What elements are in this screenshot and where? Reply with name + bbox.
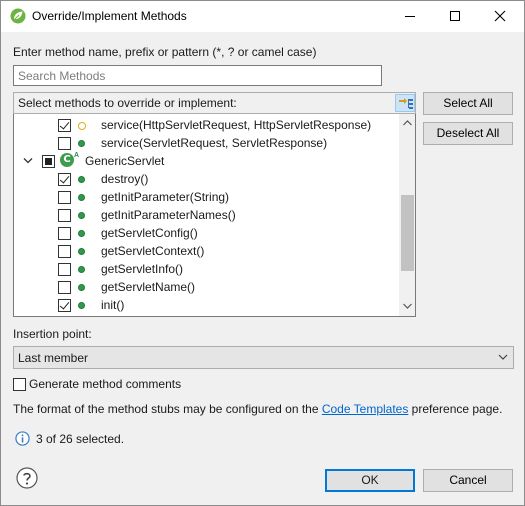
methods-list-label: Select methods to override or implement: (18, 96, 237, 110)
info-text: The format of the method stubs may be co… (13, 402, 502, 416)
class-checkbox[interactable] (42, 155, 55, 168)
class-label: GenericServlet (85, 154, 165, 168)
search-input[interactable] (13, 65, 382, 86)
public-method-icon (78, 302, 85, 309)
method-label: getServletContext() (101, 244, 205, 258)
insertion-point-select[interactable]: Last member (13, 346, 514, 369)
protected-method-icon (78, 122, 86, 130)
chevron-down-icon (498, 354, 508, 360)
scroll-down-arrow-icon[interactable] (403, 303, 412, 309)
public-method-icon (78, 212, 85, 219)
public-method-icon (78, 194, 85, 201)
select-all-button[interactable]: Select All (423, 92, 513, 115)
tree-row-method[interactable]: getServletInfo() (14, 260, 399, 278)
methods-list-header: Select methods to override or implement: (13, 92, 416, 114)
tree-row-class[interactable]: C A GenericServlet (14, 152, 399, 170)
selection-status: 3 of 26 selected. (36, 432, 125, 446)
method-label: init() (101, 298, 125, 312)
vertical-scrollbar[interactable] (399, 114, 415, 316)
minimize-button[interactable] (388, 1, 433, 32)
window-title: Override/Implement Methods (32, 9, 187, 23)
tree-row-method[interactable]: service(ServletRequest, ServletResponse) (14, 134, 399, 152)
tree-row-method[interactable]: getServletContext() (14, 242, 399, 260)
minimize-icon (405, 16, 415, 17)
public-method-icon (78, 176, 85, 183)
method-checkbox[interactable] (58, 173, 71, 186)
maximize-button[interactable] (433, 1, 478, 32)
public-method-icon (78, 140, 85, 147)
tree-row-method[interactable]: init() (14, 296, 399, 314)
method-checkbox[interactable] (58, 227, 71, 240)
tree-row-method[interactable]: getInitParameterNames() (14, 206, 399, 224)
method-label: service(ServletRequest, ServletResponse) (101, 136, 328, 150)
public-method-icon (78, 266, 85, 273)
tree-row-method[interactable]: service(HttpServletRequest, HttpServletR… (14, 116, 399, 134)
scroll-up-arrow-icon[interactable] (403, 120, 412, 126)
insertion-point-label: Insertion point: (13, 327, 92, 341)
sort-by-type-button[interactable] (395, 94, 415, 112)
method-checkbox[interactable] (58, 191, 71, 204)
method-label: destroy() (101, 172, 149, 186)
method-checkbox[interactable] (58, 209, 71, 222)
insertion-point-value: Last member (18, 351, 89, 365)
methods-tree[interactable]: service(HttpServletRequest, HttpServletR… (13, 114, 416, 317)
method-label: getServletName() (101, 280, 196, 294)
tree-row-method[interactable]: getServletConfig() (14, 224, 399, 242)
close-icon (494, 10, 506, 22)
method-checkbox[interactable] (58, 119, 71, 132)
method-label: getInitParameterNames() (101, 208, 236, 222)
title-bar: Override/Implement Methods (1, 1, 524, 32)
sort-hierarchy-icon (399, 98, 413, 109)
method-checkbox[interactable] (58, 245, 71, 258)
tree-row-method[interactable]: destroy() (14, 170, 399, 188)
spring-leaf-icon (10, 8, 26, 24)
chevron-down-icon[interactable] (23, 157, 33, 165)
tree-row-method[interactable]: getServletName() (14, 278, 399, 296)
method-checkbox[interactable] (58, 137, 71, 150)
code-templates-link[interactable]: Code Templates (322, 402, 409, 416)
abstract-class-icon: C (60, 153, 74, 167)
info-icon (15, 431, 30, 446)
public-method-icon (78, 230, 85, 237)
cancel-button[interactable]: Cancel (423, 469, 513, 492)
tree-row-method[interactable]: getInitParameter(String) (14, 188, 399, 206)
generate-comments-checkbox[interactable] (13, 378, 26, 391)
close-button[interactable] (478, 1, 523, 32)
dialog-window: Override/Implement Methods Enter method … (0, 0, 525, 506)
generate-comments-label[interactable]: Generate method comments (29, 377, 181, 391)
method-checkbox[interactable] (58, 299, 71, 312)
method-checkbox[interactable] (58, 263, 71, 276)
abstract-marker-icon: A (74, 152, 80, 159)
method-label: getInitParameter(String) (101, 190, 230, 204)
public-method-icon (78, 248, 85, 255)
help-icon[interactable] (16, 467, 38, 489)
deselect-all-button[interactable]: Deselect All (423, 122, 513, 145)
public-method-icon (78, 284, 85, 291)
method-label: service(HttpServletRequest, HttpServletR… (101, 118, 372, 132)
info-text-after: preference page. (408, 402, 503, 416)
ok-button[interactable]: OK (325, 469, 415, 492)
info-text-before: The format of the method stubs may be co… (13, 402, 322, 416)
method-label: getServletConfig() (101, 226, 198, 240)
method-label: getServletInfo() (101, 262, 184, 276)
scrollbar-thumb[interactable] (401, 195, 414, 271)
search-prompt: Enter method name, prefix or pattern (*,… (13, 45, 317, 59)
maximize-icon (450, 11, 460, 21)
method-checkbox[interactable] (58, 281, 71, 294)
